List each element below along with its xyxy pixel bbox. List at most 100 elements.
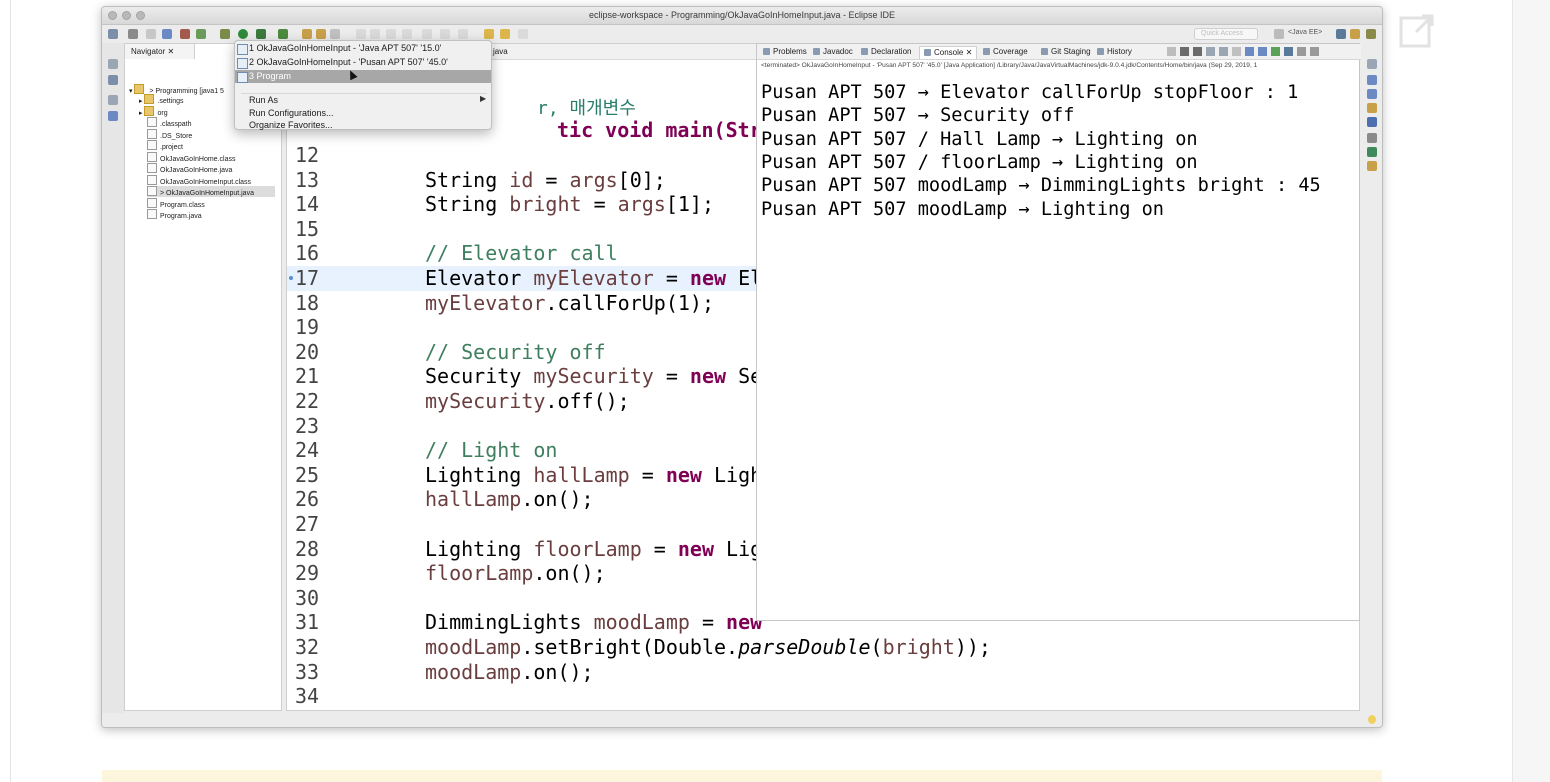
forward-icon[interactable] bbox=[500, 29, 510, 39]
save-all-icon[interactable] bbox=[146, 29, 156, 39]
search-icon[interactable] bbox=[330, 29, 340, 39]
coverage-icon[interactable] bbox=[256, 29, 266, 39]
stop-icon[interactable] bbox=[1167, 47, 1176, 56]
expand-arrow-icon[interactable]: ▾ bbox=[129, 88, 133, 95]
code-line[interactable]: 33 moodLamp.on(); bbox=[287, 659, 1359, 685]
save-icon[interactable] bbox=[128, 29, 138, 39]
external-tools-icon[interactable] bbox=[278, 29, 288, 39]
new-icon[interactable] bbox=[108, 29, 118, 39]
step-icon[interactable] bbox=[458, 29, 468, 39]
mark-icon[interactable] bbox=[440, 29, 450, 39]
tree-item[interactable]: > OkJavaGoInHomeInput.java bbox=[147, 186, 275, 197]
toggle-icon[interactable] bbox=[422, 29, 432, 39]
javadoc-icon bbox=[813, 48, 820, 55]
open-task-icon[interactable] bbox=[316, 29, 326, 39]
tab-navigator[interactable]: Navigator ✕ bbox=[125, 44, 195, 59]
pin-console-icon[interactable] bbox=[1258, 47, 1267, 56]
show-on-stdout-icon[interactable] bbox=[1232, 47, 1241, 56]
code-token: = bbox=[689, 610, 727, 635]
servers-icon[interactable] bbox=[1367, 75, 1377, 85]
restore-icon-2[interactable] bbox=[108, 95, 118, 105]
open-perspective-icon[interactable] bbox=[1274, 29, 1284, 39]
close-tab-icon[interactable]: ✕ bbox=[963, 48, 973, 57]
show-on-stderr-icon[interactable] bbox=[1245, 47, 1254, 56]
word-wrap-icon[interactable] bbox=[1219, 47, 1228, 56]
tab-javadoc[interactable]: Javadoc bbox=[809, 46, 857, 59]
data-source-icon[interactable] bbox=[1367, 89, 1377, 99]
code-text: Security mySecurity = new Se bbox=[425, 364, 762, 389]
prev-edit-icon[interactable] bbox=[370, 29, 380, 39]
tab-coverage[interactable]: Coverage bbox=[979, 46, 1032, 59]
build-icon[interactable] bbox=[180, 29, 190, 39]
tools-icon[interactable] bbox=[162, 29, 172, 39]
run-icon[interactable] bbox=[238, 29, 248, 39]
console-output-line: Pusan APT 507 → Elevator callForUp stopF… bbox=[761, 82, 1299, 103]
tree-item[interactable]: OkJavaGoInHome.java bbox=[147, 163, 275, 174]
perspective-java-ee[interactable]: <Java EE> bbox=[1288, 29, 1322, 36]
tree-item[interactable]: Program.java bbox=[147, 209, 275, 220]
new-server-icon[interactable] bbox=[196, 29, 206, 39]
tip-bulb-icon[interactable] bbox=[1368, 715, 1376, 724]
code-token: moodLamp bbox=[425, 659, 522, 684]
scroll-lock-icon[interactable] bbox=[1206, 47, 1215, 56]
open-type-icon[interactable] bbox=[302, 29, 312, 39]
minimize-view-icon[interactable] bbox=[1297, 47, 1306, 56]
perspective-debug-icon[interactable] bbox=[1336, 29, 1346, 39]
code-token: = bbox=[629, 462, 666, 487]
open-console-icon[interactable] bbox=[1271, 47, 1280, 56]
code-text: Lighting hallLamp = new Ligh bbox=[425, 463, 762, 488]
tree-item-label: Program.class bbox=[160, 201, 205, 209]
tree-item[interactable]: Program.class bbox=[147, 197, 275, 209]
code-line[interactable]: 34 bbox=[287, 684, 1359, 709]
expand-icon[interactable] bbox=[1398, 12, 1436, 50]
tree-item[interactable]: .project bbox=[147, 140, 275, 151]
window-titlebar: eclipse-workspace - Programming/OkJavaGo… bbox=[102, 7, 1382, 25]
perspective-java-icon[interactable] bbox=[1350, 29, 1360, 39]
console-side-icon[interactable] bbox=[1367, 117, 1377, 127]
tasks-icon[interactable] bbox=[1367, 161, 1377, 171]
breakpoint-marker-icon[interactable] bbox=[289, 276, 293, 280]
code-token: hallLamp bbox=[533, 462, 630, 487]
pin-icon[interactable] bbox=[402, 29, 412, 39]
progress-icon[interactable] bbox=[1367, 147, 1377, 157]
restore-icon[interactable] bbox=[108, 59, 118, 69]
code-token: bright bbox=[882, 635, 955, 659]
remove-launch-icon[interactable] bbox=[1180, 47, 1189, 56]
snippets-icon[interactable] bbox=[1367, 103, 1377, 113]
quick-access-input[interactable]: Quick Access bbox=[1194, 28, 1258, 40]
menu-run-as[interactable]: Run As bbox=[235, 94, 491, 107]
menu-organize-favorites[interactable]: Organize Favorites... bbox=[235, 119, 491, 132]
code-token: Elevator bbox=[425, 266, 534, 290]
tree-item-label: .settings bbox=[157, 98, 184, 105]
tab-declaration[interactable]: Declaration bbox=[857, 46, 915, 59]
code-token: String bbox=[425, 192, 510, 217]
menu-run-history-item[interactable]: 3 Program bbox=[235, 70, 491, 83]
outline-icon[interactable] bbox=[108, 111, 118, 121]
history-nav-icon[interactable] bbox=[518, 29, 528, 39]
menu-run-history-item[interactable]: 2 OkJavaGoInHomeInput - 'Pusan APT 507' … bbox=[235, 56, 491, 69]
properties-icon[interactable] bbox=[1367, 133, 1377, 143]
maximize-view-icon[interactable] bbox=[1310, 47, 1319, 56]
line-number: 31 bbox=[295, 610, 320, 635]
next-edit-icon[interactable] bbox=[386, 29, 396, 39]
remove-all-icon[interactable] bbox=[1193, 47, 1202, 56]
display-console-icon[interactable] bbox=[1284, 47, 1293, 56]
tab-console[interactable]: Console ✕ bbox=[919, 46, 978, 59]
code-token: DimmingLights bbox=[425, 610, 594, 635]
tab-problems[interactable]: Problems bbox=[759, 46, 811, 59]
back-icon[interactable] bbox=[484, 29, 494, 39]
code-line[interactable]: 32 moodLamp.setBright(Double.parseDouble(… bbox=[287, 635, 1359, 660]
tab-git-staging[interactable]: Git Staging bbox=[1037, 46, 1095, 59]
editor-tab-partial[interactable]: java bbox=[493, 47, 508, 56]
tab-history[interactable]: History bbox=[1093, 46, 1136, 59]
annotation-icon[interactable] bbox=[356, 29, 366, 39]
tree-item[interactable]: OkJavaGoInHomeInput.class bbox=[147, 174, 275, 186]
perspective-git-icon[interactable] bbox=[1366, 29, 1376, 39]
code-token: moodLamp bbox=[425, 635, 522, 659]
debug-icon[interactable] bbox=[220, 29, 230, 39]
java-file-icon bbox=[147, 209, 157, 219]
package-explorer-icon[interactable] bbox=[108, 75, 118, 85]
restore-right-icon[interactable] bbox=[1367, 59, 1377, 69]
menu-run-history-item[interactable]: 1 OkJavaGoInHomeInput - 'Java APT 507' '… bbox=[235, 42, 491, 55]
tree-item[interactable]: OkJavaGoInHome.class bbox=[147, 151, 275, 163]
